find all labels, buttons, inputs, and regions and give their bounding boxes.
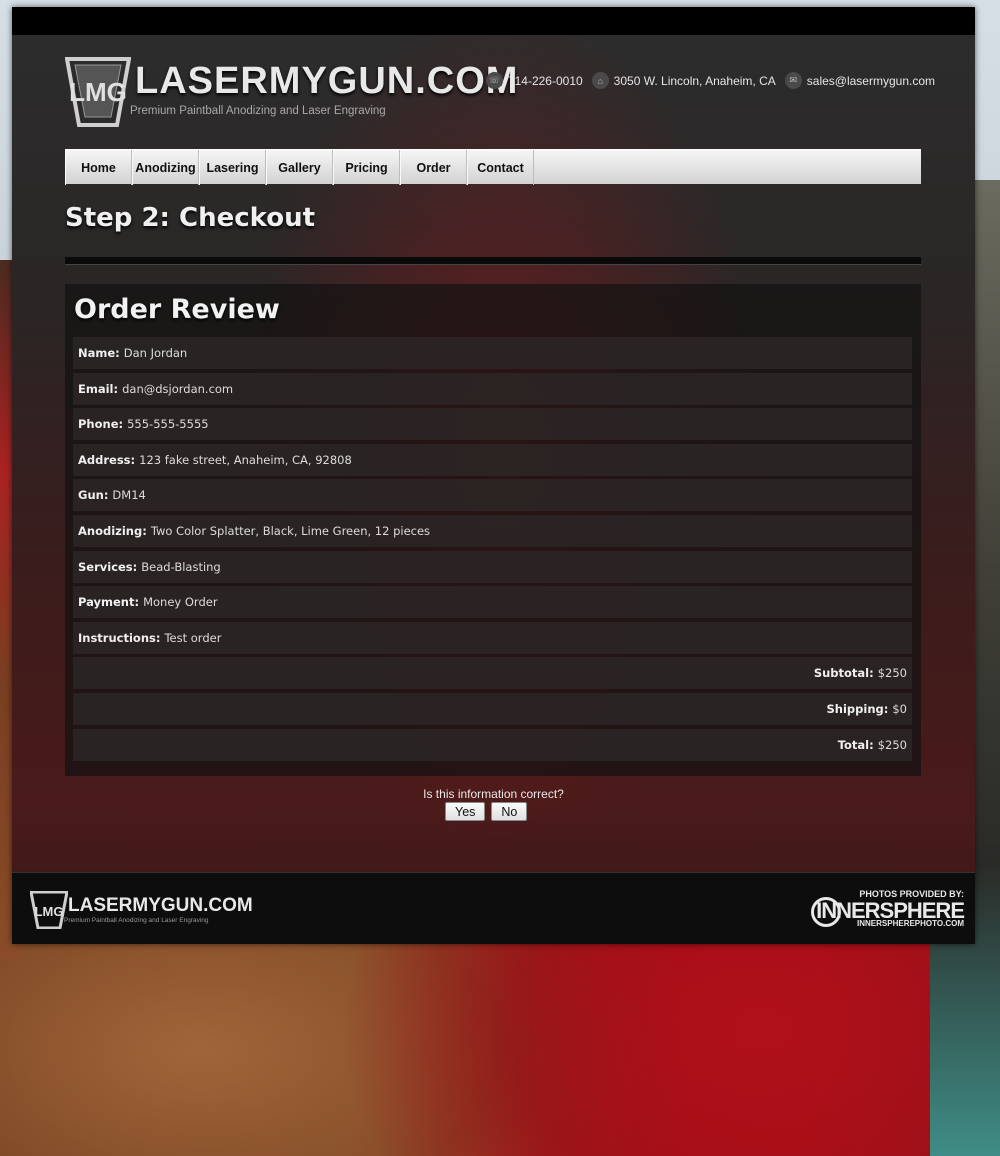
row-label: Name: bbox=[78, 346, 120, 360]
main-nav: Home Anodizing Lasering Gallery Pricing … bbox=[65, 149, 921, 185]
row-label: Total: bbox=[837, 737, 874, 752]
row-value: Dan Jordan bbox=[123, 346, 188, 360]
row-label: Subtotal: bbox=[813, 666, 874, 681]
row-value: Two Color Splatter, Black, Lime Green, 1… bbox=[150, 523, 431, 538]
row-value: $250 bbox=[877, 737, 907, 752]
confirm-question: Is this information correct? bbox=[423, 787, 564, 801]
row-label: Email: bbox=[78, 381, 119, 396]
contact-info: ☏ 714-226-0010 ⌂ 3050 W. Lincoln, Anahei… bbox=[482, 72, 935, 89]
row-value: 555-555-5555 bbox=[127, 417, 209, 432]
contact-email[interactable]: sales@lasermygun.com bbox=[807, 74, 935, 88]
page-title: Step 2: Checkout bbox=[65, 203, 316, 233]
order-row-subtotal: Subtotal: $250 bbox=[73, 657, 912, 690]
row-label: Payment: bbox=[78, 595, 140, 610]
row-value: Money Order bbox=[143, 595, 218, 610]
row-label: Shipping: bbox=[826, 701, 889, 716]
nav-gallery[interactable]: Gallery bbox=[266, 150, 333, 185]
order-row-anodizing: Anodizing: Two Color Splatter, Black, Li… bbox=[73, 514, 912, 547]
order-row-total: Total: $250 bbox=[73, 728, 912, 761]
footer-logo-text[interactable]: LASERMYGUN.COM bbox=[68, 895, 253, 917]
nav-anodizing[interactable]: Anodizing bbox=[132, 150, 199, 185]
row-label: Anodizing: bbox=[78, 523, 147, 538]
phone-icon: ☏ bbox=[485, 72, 503, 89]
footer: LMG LASERMYGUN.COM Premium Paintball Ano… bbox=[12, 872, 975, 944]
order-row-address: Address: 123 fake street, Anaheim, CA, 9… bbox=[73, 443, 912, 476]
confirm-buttons: Yes No bbox=[445, 802, 528, 821]
order-review-title: Order Review bbox=[74, 294, 280, 325]
contact-phone: 714-226-0010 bbox=[507, 73, 583, 88]
footer-tagline: Premium Paintball Anodizing and Laser En… bbox=[64, 917, 209, 924]
row-value: $250 bbox=[877, 666, 907, 681]
row-label: Services: bbox=[78, 559, 138, 574]
row-value: Bead-Blasting bbox=[141, 559, 221, 574]
no-button[interactable]: No bbox=[491, 802, 528, 821]
order-row-shipping: Shipping: $0 bbox=[73, 692, 912, 725]
nav-home[interactable]: Home bbox=[65, 150, 132, 185]
order-row-phone: Phone: 555-555-5555 bbox=[73, 408, 912, 441]
divider bbox=[65, 257, 921, 265]
svg-text:LMG: LMG bbox=[69, 77, 127, 107]
page-container: LMG LASERMYGUN.COM Premium Paintball Ano… bbox=[12, 7, 975, 944]
logo-text[interactable]: LASERMYGUN.COM bbox=[135, 60, 518, 103]
svg-text:LMG: LMG bbox=[35, 904, 64, 919]
top-bar bbox=[12, 7, 975, 35]
nav-contact[interactable]: Contact bbox=[467, 150, 534, 185]
logo-tagline: Premium Paintball Anodizing and Laser En… bbox=[130, 105, 386, 117]
mail-icon: ✉ bbox=[784, 72, 802, 89]
order-row-payment: Payment: Money Order bbox=[73, 586, 912, 619]
contact-address: 3050 W. Lincoln, Anaheim, CA bbox=[613, 73, 776, 88]
row-label: Phone: bbox=[78, 417, 124, 432]
photographer-url[interactable]: INNERSPHEREPHOTO.COM bbox=[857, 919, 964, 928]
order-row-name: Name: Dan Jordan bbox=[73, 337, 912, 369]
nav-pricing[interactable]: Pricing bbox=[333, 150, 400, 185]
order-row-services: Services: Bead-Blasting bbox=[73, 550, 912, 583]
row-label: Address: bbox=[78, 452, 136, 467]
home-icon: ⌂ bbox=[591, 72, 609, 89]
row-value: 123 fake street, Anaheim, CA, 92808 bbox=[139, 452, 352, 467]
nav-lasering[interactable]: Lasering bbox=[199, 150, 266, 185]
footer-logo-icon[interactable]: LMG bbox=[30, 891, 68, 929]
row-value: $0 bbox=[892, 701, 907, 716]
order-review-panel: Order Review Name: Dan Jordan Email: dan… bbox=[65, 284, 921, 776]
nav-order[interactable]: Order bbox=[400, 150, 467, 185]
order-row-instructions: Instructions: Test order bbox=[73, 621, 912, 654]
row-label: Gun: bbox=[78, 488, 109, 503]
row-value: Test order bbox=[164, 630, 222, 645]
order-review-rows: Name: Dan Jordan Email: dan@dsjordan.com… bbox=[73, 337, 912, 764]
order-row-gun: Gun: DM14 bbox=[73, 479, 912, 512]
yes-button[interactable]: Yes bbox=[445, 802, 486, 821]
order-row-email: Email: dan@dsjordan.com bbox=[73, 372, 912, 405]
row-label: Instructions: bbox=[78, 630, 161, 645]
row-value: DM14 bbox=[112, 488, 146, 503]
logo-icon[interactable]: LMG bbox=[65, 57, 131, 127]
row-value: dan@dsjordan.com bbox=[122, 381, 234, 396]
